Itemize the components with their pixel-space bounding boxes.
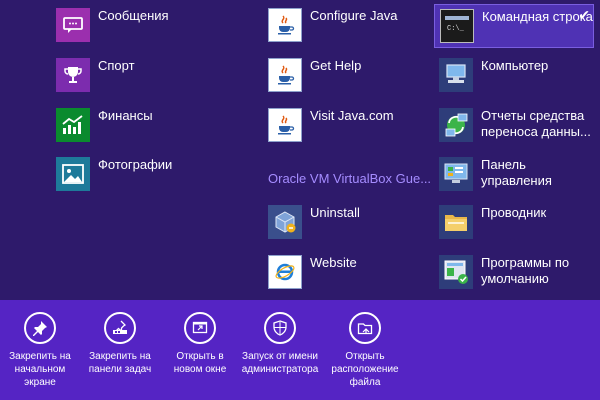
new-window-icon	[184, 312, 216, 344]
svg-text:C:\_: C:\_	[447, 25, 465, 33]
app-tile-messaging[interactable]: Сообщения	[56, 8, 169, 42]
internet-explorer-icon	[268, 255, 302, 289]
app-label: Панель управления	[481, 157, 552, 188]
trophy-icon	[56, 58, 90, 92]
app-tile-command-prompt[interactable]: C:\_ Командная строка ✔	[434, 4, 594, 48]
app-tile-configure-java[interactable]: Configure Java	[268, 8, 397, 42]
command-prompt-icon: C:\_	[440, 9, 474, 43]
app-tile-finance[interactable]: Финансы	[56, 108, 153, 142]
app-bar-label: Закрепить на начальном экране	[9, 351, 71, 388]
computer-icon	[439, 58, 473, 92]
java-icon	[268, 58, 302, 92]
app-label: Uninstall	[310, 205, 360, 220]
app-label: Фотографии	[98, 157, 173, 172]
group-header: Oracle VM VirtualBox Gue...	[268, 171, 432, 186]
photos-icon	[56, 157, 90, 191]
virtualbox-uninstall-icon	[268, 205, 302, 239]
default-programs-icon	[439, 255, 473, 289]
app-tile-visit-java[interactable]: Visit Java.com	[268, 108, 394, 142]
finance-chart-icon	[56, 108, 90, 142]
java-icon	[268, 108, 302, 142]
app-label: Программы по умолчанию	[481, 255, 570, 286]
app-bar-label: Закрепить на панели задач	[88, 351, 152, 375]
pin-to-start-button[interactable]: Закрепить на начальном экране	[0, 312, 80, 389]
app-label: Финансы	[98, 108, 153, 123]
messaging-icon	[56, 8, 90, 42]
apps-view: Сообщения Спорт Финансы Фотографии Confi…	[0, 0, 600, 300]
folder-explorer-icon	[439, 205, 473, 239]
migration-reports-icon	[439, 108, 473, 142]
pin-taskbar-icon	[104, 312, 136, 344]
app-tile-control-panel[interactable]: Панель управления	[439, 157, 552, 191]
check-icon: ✔	[578, 7, 590, 23]
app-label: Отчеты средства переноса данны...	[481, 108, 591, 139]
app-label: Сообщения	[98, 8, 169, 23]
app-label: Get Help	[310, 58, 362, 73]
app-bar-label: Открыть в новом окне	[173, 351, 227, 375]
open-file-location-icon	[349, 312, 381, 344]
run-as-admin-button[interactable]: Запуск от имени администратора	[240, 312, 320, 376]
app-label: Спорт	[98, 58, 135, 73]
app-bar-label: Запуск от имени администратора	[241, 351, 319, 375]
app-tile-website[interactable]: Website	[268, 255, 357, 289]
app-label: Командная строка	[482, 9, 593, 24]
open-new-window-button[interactable]: Открыть в новом окне	[160, 312, 240, 376]
pin-start-icon	[24, 312, 56, 344]
java-icon	[268, 8, 302, 42]
app-tile-computer[interactable]: Компьютер	[439, 58, 548, 92]
app-label: Configure Java	[310, 8, 398, 23]
app-tile-default-programs[interactable]: Программы по умолчанию	[439, 255, 569, 289]
app-tile-explorer[interactable]: Проводник	[439, 205, 546, 239]
app-label: Website	[310, 255, 357, 270]
pin-to-taskbar-button[interactable]: Закрепить на панели задач	[80, 312, 160, 376]
open-file-location-button[interactable]: Открыть расположение файла	[325, 312, 405, 389]
app-bar: Закрепить на начальном экране Закрепить …	[0, 300, 600, 400]
app-label: Visit Java.com	[310, 108, 394, 123]
app-label: Проводник	[481, 205, 547, 220]
app-bar-label: Открыть расположение файла	[331, 351, 399, 388]
app-tile-uninstall[interactable]: Uninstall	[268, 205, 360, 239]
app-label: Компьютер	[481, 58, 549, 73]
app-tile-photos[interactable]: Фотографии	[56, 157, 172, 191]
control-panel-icon	[439, 157, 473, 191]
run-as-admin-icon	[264, 312, 296, 344]
app-tile-sport[interactable]: Спорт	[56, 58, 135, 92]
app-tile-get-help[interactable]: Get Help	[268, 58, 361, 92]
app-tile-migration-reports[interactable]: Отчеты средства переноса данны...	[439, 108, 591, 142]
